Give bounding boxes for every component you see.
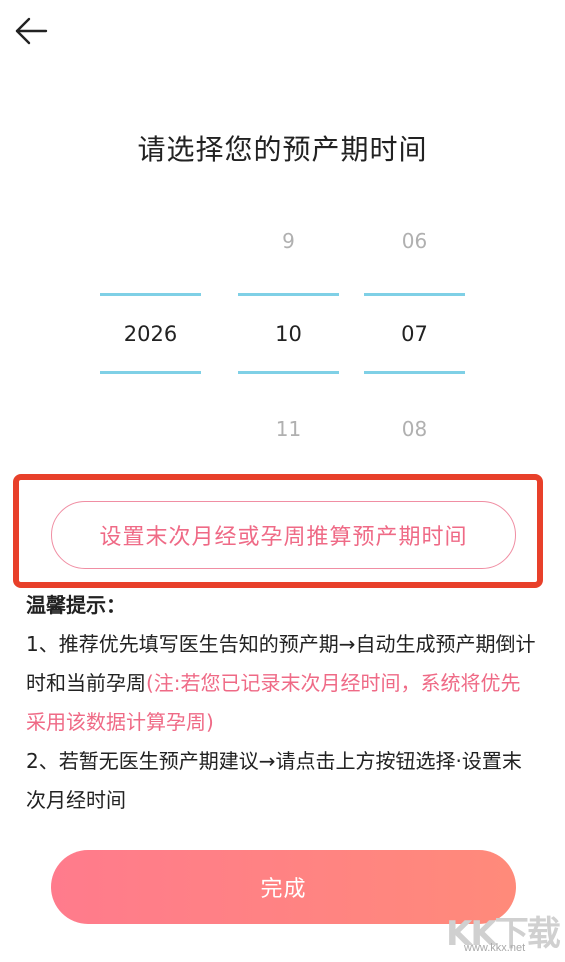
year-selected-value[interactable]: 2026	[100, 322, 201, 346]
month-prev-value[interactable]: 9	[238, 229, 339, 253]
day-prev-value[interactable]: 06	[364, 229, 465, 253]
page-title: 请选择您的预产期时间	[137, 133, 428, 166]
calculate-due-date-button[interactable]: 设置末次月经或孕周推算预产期时间	[51, 501, 516, 569]
back-button[interactable]	[14, 14, 54, 50]
day-next-value[interactable]: 08	[364, 417, 465, 441]
day-picker[interactable]: 06 07 08	[364, 215, 465, 450]
year-picker-top-line	[100, 293, 201, 296]
watermark: KK下载 www.kkx.net	[446, 906, 565, 960]
arrow-left-icon	[15, 17, 48, 45]
month-picker-top-line	[238, 293, 339, 296]
tips-title: 温馨提示：	[26, 593, 126, 617]
month-picker-bottom-line	[238, 371, 339, 374]
watermark-url: www.kkx.net	[464, 942, 526, 954]
year-picker[interactable]: 2026	[100, 215, 201, 450]
tip-item-1: 1、推荐优先填写医生告知的预产期→自动生成预产期倒计时和当前孕周(注:若您已记录…	[26, 625, 536, 742]
month-next-value[interactable]: 11	[238, 417, 339, 441]
day-picker-bottom-line	[364, 371, 465, 374]
month-picker[interactable]: 9 10 11	[238, 215, 339, 450]
month-selected-value[interactable]: 10	[238, 322, 339, 346]
day-picker-top-line	[364, 293, 465, 296]
year-picker-bottom-line	[100, 371, 201, 374]
tips-section: 温馨提示： 1、推荐优先填写医生告知的预产期→自动生成预产期倒计时和当前孕周(注…	[26, 586, 536, 820]
tip-item-2: 2、若暂无医生预产期建议→请点击上方按钮选择·设置末次月经时间	[26, 749, 522, 812]
day-selected-value[interactable]: 07	[364, 322, 465, 346]
